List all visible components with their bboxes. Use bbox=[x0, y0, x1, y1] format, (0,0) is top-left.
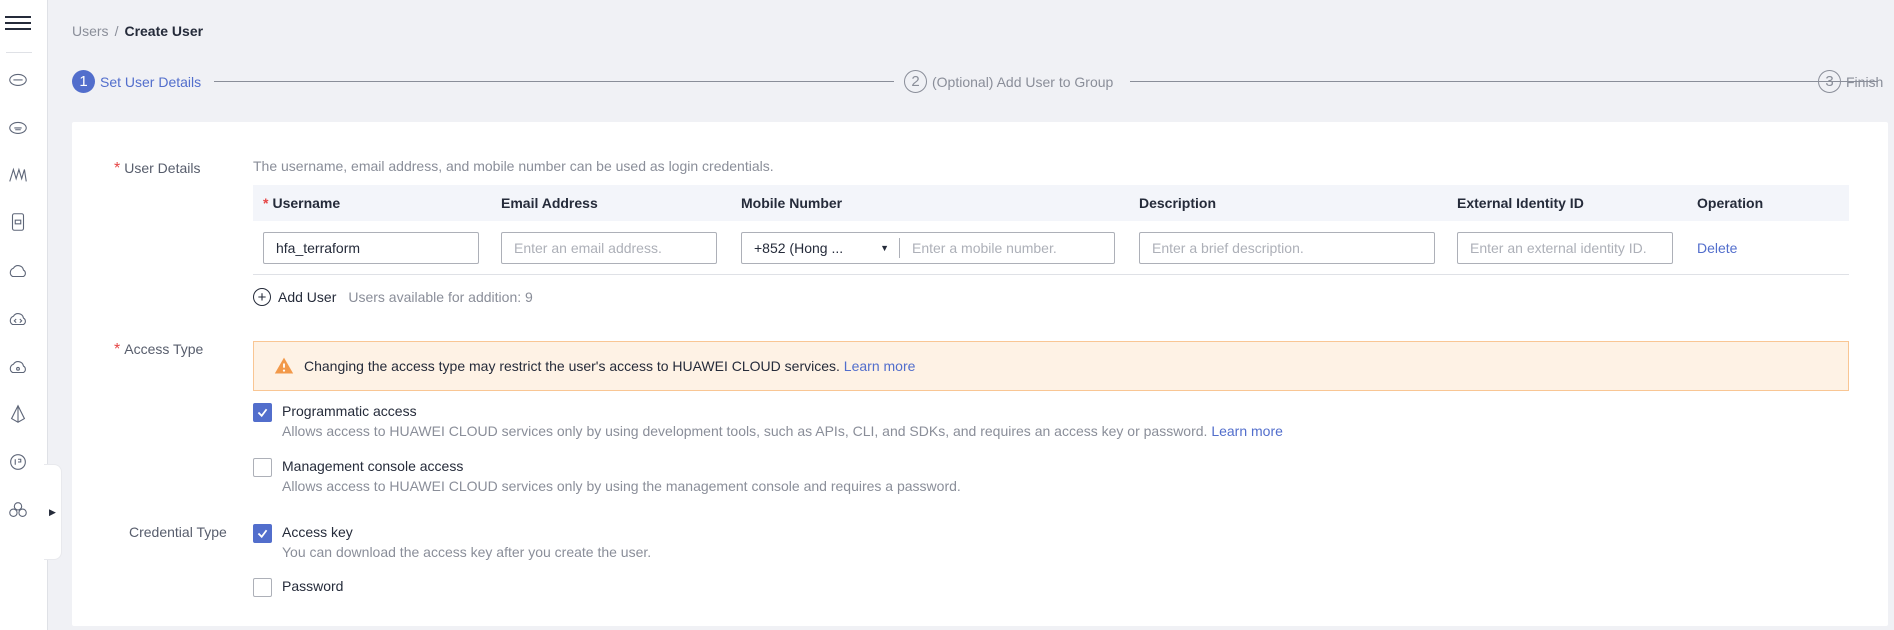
external-id-input[interactable] bbox=[1457, 231, 1673, 264]
check-icon bbox=[257, 408, 268, 418]
step-2-number: 2 bbox=[904, 70, 927, 93]
step-3-number: 3 bbox=[1818, 70, 1841, 93]
breadcrumb-users-link[interactable]: Users bbox=[72, 23, 109, 39]
step-1-label: Set User Details bbox=[100, 73, 202, 90]
breadcrumb: Users / Create User bbox=[72, 23, 203, 39]
col-external-id: External Identity ID bbox=[1457, 195, 1584, 211]
programmatic-access-title: Programmatic access bbox=[282, 403, 417, 419]
console-access-option: Management console access Allows access … bbox=[253, 457, 961, 496]
table-header: * Username Email Address Mobile Number De… bbox=[253, 185, 1849, 221]
add-user-label: Add User bbox=[278, 289, 337, 305]
programmatic-access-desc: Allows access to HUAWEI CLOUD services o… bbox=[282, 423, 1283, 439]
col-mobile: Mobile Number bbox=[741, 195, 843, 211]
cloud-dot-icon[interactable] bbox=[5, 354, 31, 380]
required-asterisk: * bbox=[114, 160, 121, 177]
access-type-label: * Access Type bbox=[114, 341, 204, 358]
plus-circle-icon: + bbox=[253, 288, 271, 306]
step-1-number: 1 bbox=[72, 70, 95, 93]
step-connector bbox=[1130, 81, 1878, 82]
user-details-hint: The username, email address, and mobile … bbox=[253, 158, 774, 174]
beacon-icon[interactable] bbox=[5, 401, 31, 427]
mobile-input[interactable] bbox=[900, 233, 1114, 262]
warning-icon bbox=[274, 357, 294, 374]
step-connector bbox=[214, 81, 894, 82]
warning-learn-more-link[interactable]: Learn more bbox=[844, 358, 916, 374]
warning-text: Changing the access type may restrict th… bbox=[304, 358, 840, 374]
programmatic-access-checkbox[interactable] bbox=[253, 403, 272, 422]
user-details-label: * User Details bbox=[114, 160, 201, 177]
col-username: * Username bbox=[263, 195, 341, 211]
step-progress: 1 Set User Details 2 (Optional) Add User… bbox=[72, 70, 1890, 94]
delete-link[interactable]: Delete bbox=[1697, 240, 1737, 256]
country-code-select[interactable]: +852 (Hong ... ▼ bbox=[742, 237, 900, 258]
access-key-title: Access key bbox=[282, 524, 353, 540]
cloud-server-icon[interactable] bbox=[5, 114, 31, 140]
username-input[interactable] bbox=[263, 231, 479, 264]
credential-type-label: Credential Type bbox=[129, 524, 227, 540]
breadcrumb-separator: / bbox=[114, 23, 119, 39]
password-option: Password bbox=[253, 577, 343, 597]
users-available-count: Users available for addition: 9 bbox=[348, 289, 533, 305]
collapse-toggle[interactable]: ▶ bbox=[44, 464, 62, 560]
left-nav-rail: ▶ bbox=[0, 0, 62, 630]
step-2-label: (Optional) Add User to Group bbox=[932, 73, 1114, 90]
email-input[interactable] bbox=[501, 231, 717, 264]
step-3: 3 Finish bbox=[1818, 70, 1883, 93]
cloud-icon[interactable] bbox=[5, 66, 31, 92]
access-key-checkbox[interactable] bbox=[253, 524, 272, 543]
required-asterisk: * bbox=[114, 341, 121, 358]
add-user-button[interactable]: + Add User Users available for addition:… bbox=[253, 288, 533, 306]
cloud-code-icon[interactable] bbox=[5, 306, 31, 332]
user-table: * Username Email Address Mobile Number De… bbox=[253, 185, 1849, 275]
cloud-outline-icon[interactable] bbox=[5, 258, 31, 284]
create-user-form: * User Details The username, email addres… bbox=[72, 122, 1888, 626]
col-description: Description bbox=[1139, 195, 1217, 211]
programmatic-learn-more-link[interactable]: Learn more bbox=[1211, 423, 1283, 439]
col-email: Email Address bbox=[501, 195, 598, 211]
step-2: 2 (Optional) Add User to Group bbox=[904, 70, 1113, 93]
menu-icon[interactable] bbox=[5, 12, 31, 36]
step-1: 1 Set User Details bbox=[72, 70, 201, 93]
password-title: Password bbox=[282, 578, 344, 594]
access-key-option: Access key You can download the access k… bbox=[253, 523, 651, 562]
caret-right-icon: ▶ bbox=[49, 506, 56, 517]
description-input[interactable] bbox=[1139, 231, 1435, 264]
access-type-warning: Changing the access type may restrict th… bbox=[253, 341, 1849, 391]
phone-icon[interactable] bbox=[5, 209, 31, 235]
programmatic-access-option: Programmatic access Allows access to HUA… bbox=[253, 402, 1283, 441]
mountain-icon[interactable] bbox=[5, 162, 31, 188]
rail-divider bbox=[6, 52, 32, 53]
breadcrumb-current: Create User bbox=[124, 23, 204, 39]
console-access-desc: Allows access to HUAWEI CLOUD services o… bbox=[282, 478, 961, 494]
console-access-checkbox[interactable] bbox=[253, 458, 272, 477]
password-checkbox[interactable] bbox=[253, 578, 272, 597]
mobile-field: +852 (Hong ... ▼ bbox=[741, 231, 1115, 264]
caret-down-icon: ▼ bbox=[880, 242, 889, 253]
check-icon bbox=[257, 529, 268, 539]
chat-circle-icon[interactable] bbox=[5, 449, 31, 475]
access-key-desc: You can download the access key after yo… bbox=[282, 544, 652, 560]
cluster-icon[interactable] bbox=[5, 497, 31, 523]
step-3-label: Finish bbox=[1846, 73, 1884, 90]
col-operation: Operation bbox=[1697, 195, 1764, 211]
console-access-title: Management console access bbox=[282, 458, 464, 474]
country-code-value: +852 (Hong ... bbox=[754, 239, 844, 256]
table-row: +852 (Hong ... ▼ Delete bbox=[253, 221, 1849, 275]
